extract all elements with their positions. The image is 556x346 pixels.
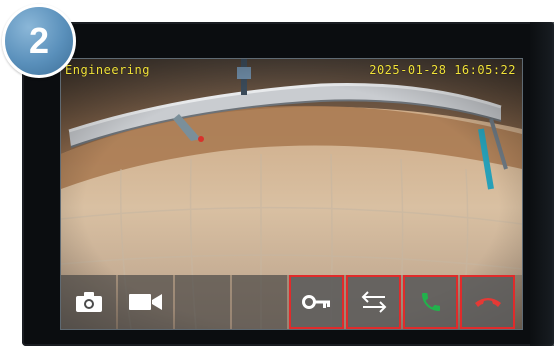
answer-call-button[interactable]: [403, 275, 458, 329]
control-bar: [61, 275, 522, 329]
switch-camera-button[interactable]: [346, 275, 401, 329]
timestamp-label: 2025-01-28 16:05:22: [369, 63, 516, 77]
camera-name-label: Engineering: [65, 63, 150, 77]
step-number-badge: 2: [2, 4, 76, 78]
key-icon: [301, 295, 330, 309]
record-video-button[interactable]: [118, 275, 173, 329]
hang-up-button[interactable]: [460, 275, 515, 329]
unlock-door-button[interactable]: [289, 275, 344, 329]
empty-slot-2: [232, 275, 287, 329]
camera-icon: [75, 292, 102, 312]
answer-call-icon: [421, 293, 440, 311]
video-camera-icon: [128, 294, 162, 310]
hang-up-icon: [474, 298, 501, 307]
snapshot-button[interactable]: [61, 275, 116, 329]
step-number: 2: [28, 20, 50, 61]
empty-slot-1: [175, 275, 230, 329]
switch-arrows-icon: [361, 291, 386, 313]
video-screen: Engineering 2025-01-28 16:05:22: [60, 58, 523, 330]
